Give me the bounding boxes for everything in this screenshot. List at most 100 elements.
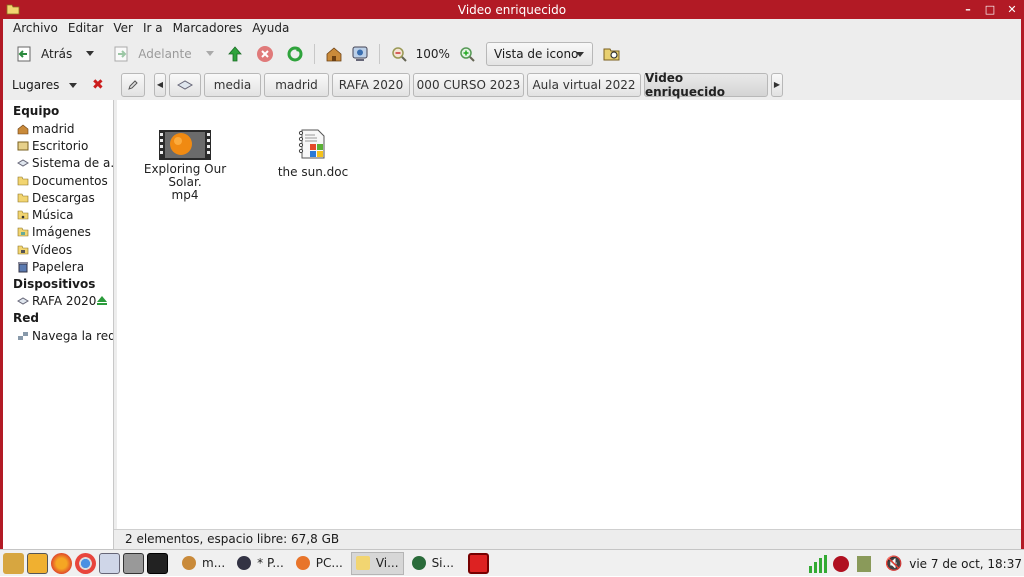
- sidebar-item-musica[interactable]: Música: [3, 206, 113, 223]
- forward-button[interactable]: Adelante: [108, 41, 217, 67]
- menu-ver[interactable]: Ver: [108, 19, 138, 38]
- text-editor-launcher-icon[interactable]: [27, 552, 48, 574]
- places-selector[interactable]: Lugares ✖: [3, 71, 113, 99]
- sidebar-item-label: Sistema de a...: [32, 156, 113, 171]
- stop-icon: [256, 45, 273, 62]
- task-label: PC...: [315, 556, 343, 570]
- crumb-rafa-2020[interactable]: RAFA 2020: [332, 72, 410, 97]
- app-icon: [237, 556, 252, 570]
- sidebar-item-papelera[interactable]: Papelera: [3, 258, 113, 275]
- crumb-aula-virtual-2022[interactable]: Aula virtual 2022: [527, 72, 641, 97]
- menu-ayuda[interactable]: Ayuda: [247, 19, 294, 38]
- computer-button[interactable]: [347, 41, 373, 67]
- network-signal-icon[interactable]: [807, 554, 829, 574]
- back-button[interactable]: Atrás: [11, 41, 98, 67]
- file-name: the sun.doc: [277, 165, 349, 179]
- sidebar-item-label: Descargas: [32, 190, 95, 205]
- crumb-root-button[interactable]: [169, 72, 201, 97]
- crumb-video-enriquecido[interactable]: Video enriquecido: [644, 71, 768, 99]
- reload-button[interactable]: [282, 41, 308, 67]
- task-document[interactable]: * P...: [233, 552, 288, 575]
- folder-icon: [17, 176, 29, 185]
- sidebar: Equipo madrid Escritorio Sistema de a...…: [3, 100, 114, 549]
- task-si[interactable]: Si...: [408, 552, 458, 575]
- file-name-extension: mp4: [171, 188, 199, 202]
- home-button[interactable]: [321, 41, 347, 67]
- forward-icon: [114, 46, 128, 61]
- firefox-icon[interactable]: [51, 552, 72, 574]
- search-button[interactable]: [599, 41, 625, 67]
- places-label: Lugares: [12, 77, 60, 92]
- maximize-button[interactable]: □: [984, 0, 996, 19]
- sidebar-item-label: Vídeos: [32, 242, 73, 257]
- sidebar-item-escritorio[interactable]: Escritorio: [3, 137, 113, 154]
- crumb-scroll-left-button[interactable]: ◀: [154, 72, 166, 97]
- zoom-out-button[interactable]: [386, 41, 412, 67]
- sidebar-item-navega-la-red[interactable]: Navega la red: [3, 327, 113, 344]
- camera-launcher-icon[interactable]: [123, 552, 144, 574]
- zoom-in-button[interactable]: [454, 41, 480, 67]
- title-bar: Video enriquecido – □ ✕: [0, 0, 1024, 19]
- crumb-media[interactable]: media: [204, 72, 261, 97]
- menu-ir-a[interactable]: Ir a: [138, 19, 168, 38]
- eject-icon[interactable]: [97, 295, 107, 305]
- stop-button[interactable]: [252, 41, 278, 67]
- close-button[interactable]: ✕: [1006, 0, 1018, 19]
- notes-launcher-icon[interactable]: [99, 552, 120, 574]
- menu-bar: Archivo Editar Ver Ir a Marcadores Ayuda: [3, 19, 1021, 38]
- back-icon: [17, 46, 31, 61]
- minimize-button[interactable]: –: [962, 0, 974, 19]
- task-video-enriquecido[interactable]: Vi...: [350, 551, 404, 575]
- computer-icon: [352, 46, 368, 61]
- crumb-scroll-right-button[interactable]: ▶: [771, 72, 783, 97]
- file-manager-window: Archivo Editar Ver Ir a Marcadores Ayuda…: [0, 19, 1024, 549]
- zoom-level[interactable]: 100%: [412, 41, 454, 67]
- crumb-madrid[interactable]: madrid: [264, 72, 329, 97]
- file-view[interactable]: Exploring Our Solar. mp4 the sun.doc: [117, 100, 1021, 549]
- crumb-000-curso-2023[interactable]: 000 CURSO 2023: [413, 72, 524, 97]
- sidebar-item-rafa-2020[interactable]: RAFA 2020: [3, 293, 113, 310]
- task-file-manager-madrid[interactable]: m...: [178, 552, 229, 575]
- zoom-out-icon: [391, 46, 407, 62]
- pencil-icon: [128, 79, 138, 90]
- close-sidebar-icon[interactable]: ✖: [92, 77, 104, 93]
- up-button[interactable]: [222, 41, 248, 67]
- toggle-location-entry-button[interactable]: [121, 72, 145, 97]
- sidebar-item-label: RAFA 2020: [32, 294, 97, 309]
- task-label: Vi...: [375, 556, 399, 570]
- power-icon[interactable]: [467, 552, 489, 574]
- sidebar-item-label: Música: [32, 208, 74, 223]
- sidebar-item-label: Navega la red: [32, 328, 113, 343]
- file-manager-launcher-icon[interactable]: [3, 552, 24, 574]
- file-item-video[interactable]: Exploring Our Solar. mp4: [130, 130, 240, 202]
- update-icon[interactable]: [833, 555, 850, 572]
- forward-history-dropdown[interactable]: [205, 51, 214, 56]
- chrome-icon[interactable]: [75, 552, 96, 574]
- volume-icon[interactable]: 🔇: [885, 556, 903, 572]
- menu-archivo[interactable]: Archivo: [8, 19, 63, 38]
- toolbar-separator: [378, 43, 380, 64]
- desktop-icon: [17, 141, 29, 151]
- sidebar-item-imagenes[interactable]: Imágenes: [3, 224, 113, 241]
- system-tray: 🔇 vie 7 de oct, 18:37: [807, 550, 1024, 577]
- task-firefox[interactable]: PC...: [292, 552, 347, 575]
- sidebar-item-sistema[interactable]: Sistema de a...: [3, 155, 113, 172]
- clock[interactable]: vie 7 de oct, 18:37: [909, 557, 1022, 571]
- menu-marcadores[interactable]: Marcadores: [168, 19, 248, 38]
- clipboard-icon[interactable]: [857, 555, 872, 572]
- file-item-document[interactable]: the sun.doc: [258, 127, 368, 179]
- up-arrow-icon: [227, 45, 242, 61]
- status-bar: 2 elementos, espacio libre: 67,8 GB: [114, 529, 1021, 549]
- view-mode-select[interactable]: Vista de icono: [485, 41, 593, 66]
- back-label: Atrás: [41, 46, 73, 61]
- back-history-dropdown[interactable]: [86, 51, 95, 56]
- sidebar-item-documentos[interactable]: Documentos: [3, 172, 113, 189]
- home-icon: [182, 556, 196, 570]
- sidebar-item-videos[interactable]: Vídeos: [3, 241, 113, 258]
- sidebar-item-madrid[interactable]: madrid: [3, 120, 113, 137]
- task-label: Si...: [431, 556, 454, 570]
- sidebar-item-label: Escritorio: [32, 138, 89, 153]
- terminal-launcher-icon[interactable]: [147, 552, 168, 574]
- sidebar-item-descargas[interactable]: Descargas: [3, 189, 113, 206]
- menu-editar[interactable]: Editar: [63, 19, 109, 38]
